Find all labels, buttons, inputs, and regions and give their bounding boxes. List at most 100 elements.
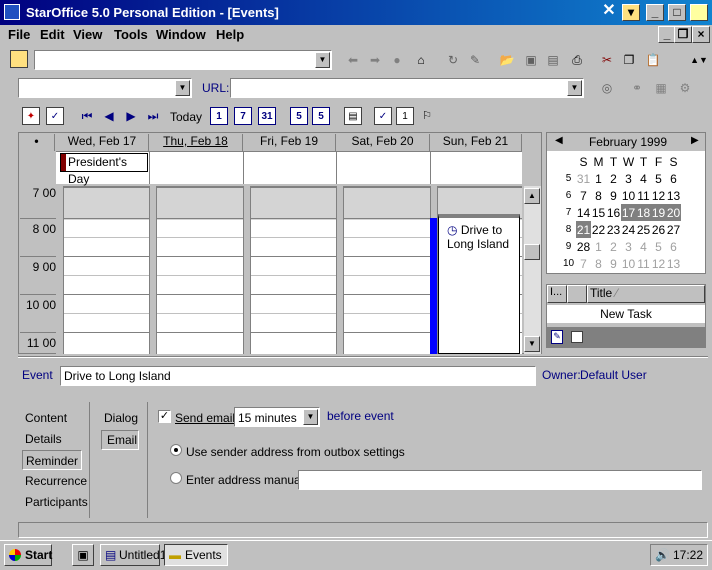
new-task-row[interactable]: New Task (547, 305, 705, 323)
calendar-day[interactable]: 17 (621, 204, 636, 221)
chevron-down-icon[interactable]: ▼ (175, 80, 190, 96)
subtab-dialog[interactable]: Dialog (104, 411, 138, 425)
task-col-title[interactable]: Title ⁄ (587, 285, 705, 303)
day-header-fri[interactable]: Fri, Feb 19 (243, 134, 336, 151)
calendar-day[interactable]: 31 (576, 170, 591, 187)
tab-content[interactable]: Content (25, 411, 67, 425)
forward-arrow-icon[interactable]: ➡ (366, 51, 384, 69)
task-checkbox[interactable] (571, 331, 583, 343)
calendar-day[interactable]: 6 (666, 238, 681, 255)
task-row[interactable]: ✎ (547, 327, 705, 347)
day-header-sat[interactable]: Sat, Feb 20 (336, 134, 430, 151)
week-view-icon[interactable]: 7 (234, 107, 252, 125)
open-folder-icon[interactable]: 📂 (498, 51, 516, 69)
calendar-day[interactable]: 3 (621, 238, 636, 255)
speaker-icon[interactable]: 🔊 (655, 545, 670, 565)
new-task-icon[interactable]: ✓ (46, 107, 64, 125)
calendar-day[interactable]: 13 (666, 187, 681, 204)
bookmark-icon[interactable]: ▦ (652, 79, 670, 97)
location-combo[interactable]: ▼ (18, 78, 192, 98)
calendar-day[interactable]: 27 (666, 221, 681, 238)
calendar-day[interactable]: 16 (606, 204, 621, 221)
menu-view[interactable]: View (73, 27, 102, 42)
calendar-day[interactable]: 15 (591, 204, 606, 221)
reload-icon[interactable]: ↻ (444, 51, 462, 69)
month-view-icon[interactable]: 31 (258, 107, 276, 125)
calendar-day[interactable]: 2 (606, 238, 621, 255)
calendar-day[interactable]: 3 (621, 170, 636, 187)
tab-reminder[interactable]: Reminder (26, 454, 78, 468)
doc-restore-button[interactable]: ❐ (674, 26, 692, 43)
link-calendar-icon[interactable]: ⚐ (418, 107, 436, 125)
calendar-day[interactable]: 7 (576, 255, 591, 272)
day-header-thu[interactable]: Thu, Feb 18 (149, 134, 243, 151)
calendar-day[interactable]: 9 (606, 255, 621, 272)
new-document-icon[interactable] (10, 50, 28, 68)
prev-month-icon[interactable]: ◀ (555, 135, 563, 146)
menu-edit[interactable]: Edit (40, 27, 65, 42)
calendar-day[interactable]: 12 (651, 187, 666, 204)
calendar-day[interactable]: 8 (591, 187, 606, 204)
target-icon[interactable]: ◎ (598, 79, 616, 97)
calendar-day[interactable]: 11 (636, 255, 651, 272)
calendar-day[interactable]: 25 (636, 221, 651, 238)
enter-manually-radio[interactable] (170, 472, 182, 484)
subtab-email[interactable]: Email (107, 433, 137, 447)
scroll-toolbar-icon[interactable]: ▲▼ (690, 51, 708, 69)
menu-window[interactable]: Window (156, 27, 206, 42)
menu-help[interactable]: Help (216, 27, 244, 42)
note-icon[interactable] (690, 4, 708, 21)
calendar-day[interactable]: 8 (591, 255, 606, 272)
copy-icon[interactable]: ❐ (620, 51, 638, 69)
calendar-day[interactable]: 1 (591, 170, 606, 187)
start-button[interactable]: Start (4, 544, 52, 566)
calendar-day[interactable]: 28 (576, 238, 591, 255)
enter-manually-label[interactable]: Enter address manually (186, 473, 312, 487)
calendar-day[interactable]: 4 (636, 238, 651, 255)
calendar-day[interactable]: 2 (606, 170, 621, 187)
calendar-day[interactable]: 5 (651, 170, 666, 187)
use-sender-radio[interactable] (170, 444, 182, 456)
use-sender-label[interactable]: Use sender address from outbox settings (186, 445, 405, 459)
quick-launch-icon[interactable]: ▣ (72, 544, 94, 566)
taskbar-events[interactable]: ▬ Events (164, 544, 228, 566)
function-combo[interactable]: ▼ (34, 50, 332, 70)
calendar-day[interactable]: 10 (621, 187, 636, 204)
back-arrow-icon[interactable]: ⬅ (344, 51, 362, 69)
url-input[interactable]: ▼ (230, 78, 584, 98)
task-col-check[interactable] (567, 285, 587, 303)
workweek-view-icon[interactable]: 5 (290, 107, 308, 125)
calendar-day[interactable]: 12 (651, 255, 666, 272)
calendar-day[interactable]: 18 (636, 204, 651, 221)
calendar-day[interactable]: 11 (636, 187, 651, 204)
minimize-button[interactable]: _ (646, 4, 664, 21)
tab-recurrence[interactable]: Recurrence (25, 474, 87, 488)
calendar-day[interactable]: 7 (576, 187, 591, 204)
scroll-thumb[interactable] (524, 244, 540, 260)
edit-file-icon[interactable]: ✎ (466, 51, 484, 69)
single-day-icon[interactable]: 1 (396, 107, 414, 125)
calendar-day[interactable]: 22 (591, 221, 606, 238)
calendar-day[interactable]: 6 (666, 170, 681, 187)
interval-select[interactable]: 15 minutes ▼ (234, 407, 320, 427)
connect-icon[interactable]: ⚙ (676, 79, 694, 97)
five-day-view-icon[interactable]: 5 (312, 107, 330, 125)
calendar-day[interactable]: 21 (576, 221, 591, 238)
calendar-day[interactable]: 23 (606, 221, 621, 238)
scroll-up-button[interactable]: ▲ (524, 188, 540, 204)
stop-icon[interactable]: ● (388, 51, 406, 69)
calendar-day[interactable]: 20 (666, 204, 681, 221)
today-button[interactable]: Today (170, 110, 202, 124)
doc-close-button[interactable]: × (692, 26, 710, 43)
tab-participants[interactable]: Participants (25, 495, 88, 509)
email-address-input[interactable] (298, 470, 702, 490)
next-month-icon[interactable]: ▶ (691, 135, 699, 146)
calendar-day[interactable]: 24 (621, 221, 636, 238)
event-block[interactable]: ◷ Drive to Long Island (438, 214, 520, 354)
allday-event[interactable]: President's Day (60, 153, 148, 186)
link-icon[interactable]: ⚭ (628, 79, 646, 97)
day-header-wed[interactable]: Wed, Feb 17 (56, 134, 149, 151)
chevron-down-icon[interactable]: ▼ (303, 409, 318, 425)
last-icon[interactable]: ⏭ (144, 107, 162, 125)
calendar-day[interactable]: 4 (636, 170, 651, 187)
